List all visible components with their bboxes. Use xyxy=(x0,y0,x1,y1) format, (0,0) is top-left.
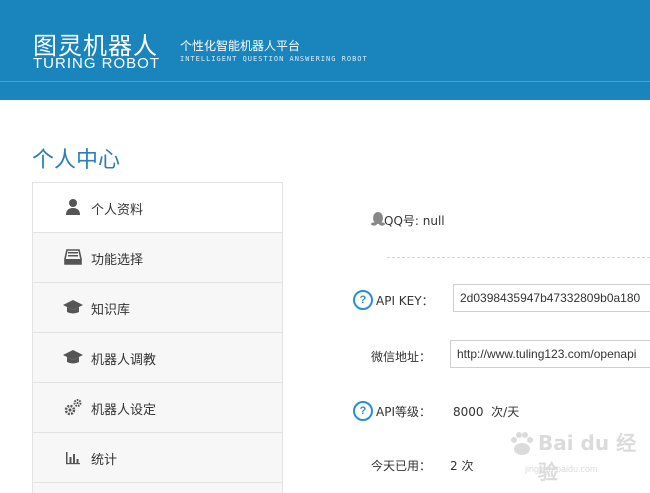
tagline: 个性化智能机器人平台 xyxy=(180,39,301,53)
api-level-value: 8000 次/天 xyxy=(453,405,520,419)
top-header: 图灵机器人 TURING ROBOT 个性化智能机器人平台 INTELLIGEN… xyxy=(0,0,650,100)
api-level-label: API等级： xyxy=(376,405,431,419)
logo-en[interactable]: TURING ROBOT xyxy=(33,55,160,72)
bar-chart-icon xyxy=(66,452,80,465)
page-title: 个人中心 xyxy=(32,148,121,173)
qq-info: QQ号: null xyxy=(384,212,445,229)
help-icon[interactable]: ? xyxy=(353,290,373,310)
wechat-url-field[interactable]: http://www.tuling123.com/openapi xyxy=(450,340,650,368)
header-divider xyxy=(0,81,650,82)
sidebar-item-label: 个人资料 xyxy=(91,203,144,218)
graduation-cap-icon xyxy=(63,300,83,314)
sidebar-item-knowledge-base[interactable]: 知识库 xyxy=(33,283,282,333)
api-key-label: API KEY： xyxy=(376,294,434,308)
graduation-cap-icon xyxy=(63,350,83,364)
sidebar-item-features[interactable]: 功能选择 xyxy=(33,233,282,283)
sidebar-item-profile[interactable]: 个人资料 xyxy=(33,183,282,233)
help-icon[interactable]: ? xyxy=(353,401,373,421)
today-used-value: 2 次 xyxy=(450,459,474,473)
sidebar-item-label: 统计 xyxy=(91,453,118,468)
today-used-label: 今天已用： xyxy=(371,459,432,473)
sidebar-item-label: 功能选择 xyxy=(91,253,144,268)
sidebar-item-robot-settings[interactable]: 机器人设定 xyxy=(33,383,282,433)
paw-icon xyxy=(511,432,533,455)
watermark-text: Bai du 经验 xyxy=(538,431,637,484)
user-icon xyxy=(66,199,80,215)
qq-label: QQ号: xyxy=(384,214,419,228)
qq-value: null xyxy=(422,214,445,228)
tagline-en: INTELLIGENT QUESTION ANSWERING ROBOT xyxy=(180,55,368,63)
wechat-url-label: 微信地址： xyxy=(371,350,432,364)
watermark-url: jingyan.baidu.com xyxy=(525,464,598,474)
sidebar-item-robot-training[interactable]: 机器人调教 xyxy=(33,333,282,383)
sidebar-item-statistics[interactable]: 统计 xyxy=(33,433,282,483)
api-key-field[interactable]: 2d0398435947b47332809b0a180 xyxy=(453,284,650,312)
sidebar: 个人资料 功能选择 知识库 机器人调教 机器人设定 统计 xyxy=(32,182,283,493)
gears-icon xyxy=(64,399,82,416)
drawer-icon xyxy=(64,249,82,265)
sidebar-item-label: 机器人设定 xyxy=(91,403,157,418)
sidebar-item-label: 机器人调教 xyxy=(91,353,157,368)
baidu-watermark: Bai du 经验 jingyan.baidu.com xyxy=(498,424,638,484)
sidebar-item-label: 知识库 xyxy=(91,303,131,318)
divider xyxy=(387,257,650,258)
